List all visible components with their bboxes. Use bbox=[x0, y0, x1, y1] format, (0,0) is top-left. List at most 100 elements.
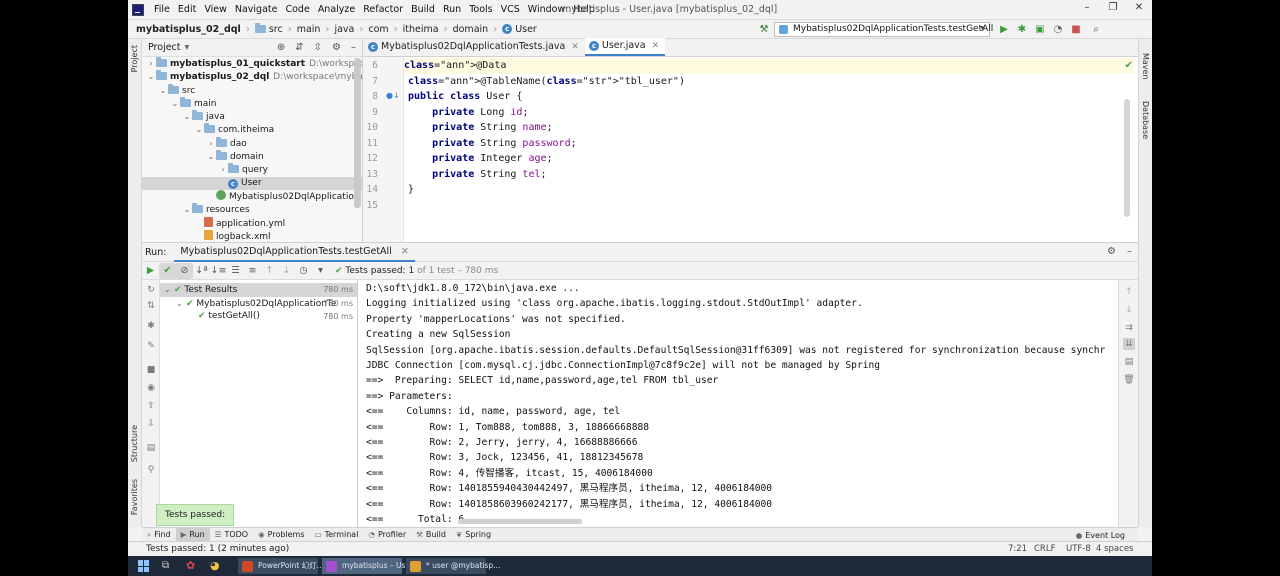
tree-item[interactable]: ⌄ resources bbox=[142, 203, 362, 216]
tool-window-spring[interactable]: ❦ Spring bbox=[451, 528, 496, 542]
implemented-marker-icon[interactable]: ●↓ bbox=[386, 91, 400, 100]
favorites-tool-tab[interactable]: Favorites bbox=[130, 479, 139, 515]
chevron-down-icon[interactable]: ⌄ bbox=[194, 123, 204, 136]
windows-start-icon[interactable] bbox=[138, 560, 150, 572]
tool-window-problems[interactable]: ◉ Problems bbox=[253, 528, 309, 542]
run-tab[interactable]: Mybatisplus02DqlApplicationTests.testGet… bbox=[174, 243, 415, 262]
line-separator[interactable]: CRLF bbox=[1034, 542, 1055, 556]
rerun-failed-icon[interactable]: ↻ bbox=[145, 284, 157, 296]
code-line[interactable]: private String password; bbox=[408, 136, 577, 152]
menu-tools[interactable]: Tools bbox=[465, 4, 496, 15]
tree-item[interactable]: ⌄ main bbox=[142, 96, 362, 110]
code-line[interactable]: private Integer age; bbox=[408, 151, 552, 167]
project-tool-tab[interactable]: Project bbox=[130, 45, 139, 72]
code-line[interactable]: public class User { bbox=[408, 89, 522, 105]
menu-navigate[interactable]: Navigate bbox=[231, 4, 282, 15]
console-horizontal-scrollbar[interactable] bbox=[458, 519, 582, 524]
file-encoding[interactable]: UTF-8 bbox=[1066, 542, 1091, 556]
chevron-down-icon[interactable]: ⌄ bbox=[164, 283, 174, 297]
tests-passed-balloon[interactable]: Tests passed: 1 bbox=[156, 504, 234, 540]
tree-item[interactable]: ›mybatisplus_01_quickstartD:\workspace\m… bbox=[142, 57, 362, 70]
close-icon[interactable]: ✕ bbox=[1132, 2, 1146, 16]
hide-icon[interactable]: – bbox=[351, 42, 356, 53]
show-ignored-icon[interactable]: ⊘ bbox=[176, 262, 193, 279]
task-view-icon[interactable]: ⧉ bbox=[162, 560, 169, 571]
expand-all-icon[interactable]: ⇵ bbox=[295, 42, 303, 53]
menu-build[interactable]: Build bbox=[407, 4, 439, 15]
tree-item[interactable]: ⌄ src bbox=[142, 83, 362, 97]
stop-icon[interactable]: ■ bbox=[1070, 24, 1082, 36]
collapse-all-icon[interactable]: ⇳ bbox=[314, 42, 322, 53]
search-everywhere-icon[interactable]: ⌕ bbox=[1090, 24, 1102, 36]
breadcrumb-itheima[interactable]: itheima bbox=[403, 24, 439, 35]
run-configuration-select[interactable]: Mybatisplus02DqlApplicationTests.testGet… bbox=[774, 22, 993, 37]
tab-test-class[interactable]: c Mybatisplus02DqlApplicationTests.java … bbox=[364, 38, 585, 56]
scroll-to-end-icon[interactable]: ⇊ bbox=[1123, 338, 1135, 350]
tree-item[interactable]: logback.xml bbox=[142, 229, 362, 242]
restore-icon[interactable]: ❐ bbox=[1106, 2, 1120, 16]
wrench-icon[interactable]: ✎ bbox=[145, 340, 157, 352]
breadcrumb-com[interactable]: com bbox=[368, 24, 388, 35]
tool-window-profiler[interactable]: ◔ Profiler bbox=[363, 528, 411, 542]
gear-icon[interactable]: ⚙ bbox=[1107, 246, 1116, 257]
status-message[interactable]: Tests passed: 1 (2 minutes ago) bbox=[146, 544, 289, 554]
hammer-icon[interactable]: ⚒ bbox=[758, 24, 770, 36]
project-panel-title[interactable]: Project bbox=[148, 42, 181, 53]
chevron-right-icon[interactable]: › bbox=[218, 163, 228, 176]
code-line[interactable]: } bbox=[408, 182, 414, 198]
hide-icon[interactable]: – bbox=[1127, 246, 1132, 257]
camera-icon[interactable]: ◉ bbox=[145, 382, 157, 394]
chevron-down-icon[interactable]: ⌄ bbox=[176, 297, 186, 311]
chevron-down-icon[interactable]: ⌄ bbox=[146, 70, 156, 83]
tree-item[interactable]: › query bbox=[142, 163, 362, 176]
arrow-down-icon[interactable]: ↓ bbox=[1123, 304, 1135, 316]
chevron-down-icon[interactable]: ⌄ bbox=[206, 150, 216, 163]
maven-tool-tab[interactable]: Maven bbox=[1141, 53, 1150, 80]
event-log-button[interactable]: ● Event Log bbox=[1071, 528, 1130, 542]
minimize-icon[interactable]: – bbox=[1080, 2, 1094, 16]
print-icon[interactable]: ▤ bbox=[145, 442, 157, 454]
tree-item[interactable]: application.yml bbox=[142, 216, 362, 230]
test-result-row[interactable]: ⌄ ✔ Test Results 780 ms bbox=[160, 283, 357, 297]
chevron-down-icon[interactable]: ⌄ bbox=[158, 84, 168, 97]
taskbar-app-powerpoint[interactable]: PowerPoint 幻灯... bbox=[238, 558, 324, 574]
collapse-all-icon[interactable]: ≡ bbox=[244, 263, 261, 279]
tree-item[interactable]: ⌄ mybatisplus_02_dqlD:\workspace\mybatisp bbox=[142, 70, 362, 83]
console-output[interactable]: D:\soft\jdk1.8.0_172\bin\java.exe ... Log… bbox=[358, 280, 1118, 527]
tree-item[interactable]: ⌄ domain bbox=[142, 150, 362, 163]
menu-file[interactable]: File bbox=[150, 4, 174, 15]
close-tab-icon[interactable]: ✕ bbox=[401, 246, 409, 257]
breadcrumb-domain[interactable]: domain bbox=[453, 24, 489, 35]
locate-file-icon[interactable]: ⊕ bbox=[277, 42, 285, 53]
chevron-down-icon[interactable]: ⌄ bbox=[170, 97, 180, 110]
tree-item[interactable]: ⌄ java bbox=[142, 110, 362, 123]
import-icon[interactable]: ⇩ bbox=[145, 418, 157, 430]
arrow-down-icon[interactable]: ↓ bbox=[278, 263, 295, 279]
code-line[interactable]: private String name; bbox=[408, 120, 552, 136]
menu-vcs[interactable]: VCS bbox=[497, 4, 524, 15]
tree-item[interactable]: Mybatisplus02DqlApplication bbox=[142, 189, 362, 203]
toggle-auto-test-icon[interactable]: ⇅ bbox=[145, 300, 157, 312]
gear-icon[interactable]: ⚙ bbox=[332, 42, 341, 53]
database-tool-tab[interactable]: Database bbox=[1141, 101, 1150, 139]
clock-icon[interactable]: ◷ bbox=[295, 263, 312, 279]
pin-icon[interactable]: ⚲ bbox=[145, 464, 157, 476]
arrow-up-icon[interactable]: ↑ bbox=[1123, 286, 1135, 298]
code-line[interactable]: class="ann">@Data bbox=[404, 58, 1134, 74]
inspection-ok-icon[interactable]: ✔ bbox=[1125, 60, 1133, 71]
chevron-right-icon[interactable]: › bbox=[206, 137, 216, 150]
menu-code[interactable]: Code bbox=[281, 4, 313, 15]
tree-item[interactable]: › dao bbox=[142, 136, 362, 150]
code-line[interactable]: class="ann">@TableName(class="str">"tbl_… bbox=[408, 74, 685, 90]
debug-icon[interactable]: ✱ bbox=[1016, 24, 1028, 36]
stop-icon[interactable]: ■ bbox=[145, 364, 157, 376]
test-result-row[interactable]: ✔ testGetAll() 780 ms bbox=[160, 310, 357, 324]
chevron-down-icon[interactable]: ▾ bbox=[185, 42, 190, 53]
tree-item[interactable]: ⌄ com.itheima bbox=[142, 123, 362, 136]
tool-window-build[interactable]: ⚒ Build bbox=[411, 528, 451, 542]
coverage-icon[interactable]: ▣ bbox=[1034, 24, 1046, 36]
soft-wrap-icon[interactable]: ⇉ bbox=[1123, 322, 1135, 334]
breadcrumb-project[interactable]: mybatisplus_02_dql bbox=[136, 24, 241, 35]
menu-edit[interactable]: Edit bbox=[174, 4, 200, 15]
menu-view[interactable]: View bbox=[200, 4, 231, 15]
